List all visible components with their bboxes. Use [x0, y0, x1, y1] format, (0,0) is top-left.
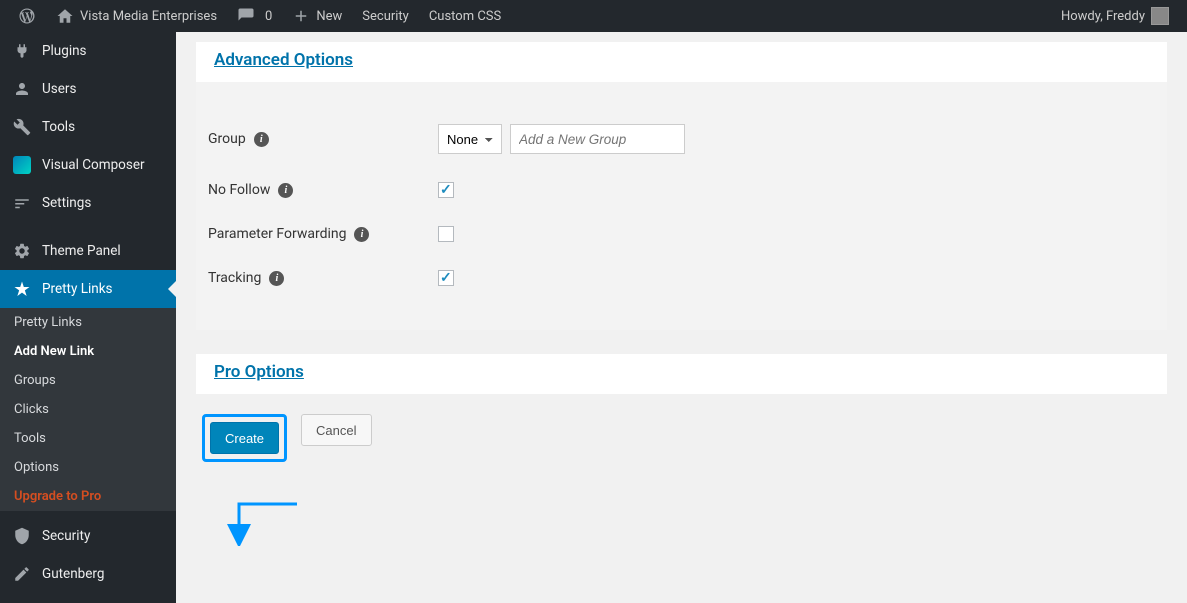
new-group-input[interactable] — [510, 124, 685, 154]
account-link[interactable]: Howdy, Freddy — [1051, 0, 1179, 32]
label-no-follow: No Follow — [208, 182, 270, 198]
info-icon[interactable]: i — [278, 183, 293, 198]
row-param-forward: Parameter Forwarding i — [208, 212, 1155, 256]
submenu-item-add-new-link[interactable]: Add New Link — [0, 337, 176, 366]
comments-count: 0 — [265, 9, 272, 24]
site-link[interactable]: Vista Media Enterprises — [46, 0, 227, 32]
plus-icon — [292, 7, 310, 25]
pro-options-card: Pro Options — [196, 354, 1167, 394]
security-toolbar-link[interactable]: Security — [352, 0, 419, 32]
button-row: Create Cancel — [196, 394, 1167, 482]
create-button[interactable]: Create — [210, 422, 279, 454]
advanced-options-heading[interactable]: Advanced Options — [196, 42, 1167, 82]
submenu-item-pretty-links[interactable]: Pretty Links — [0, 308, 176, 337]
info-icon[interactable]: i — [254, 132, 269, 147]
info-icon[interactable]: i — [269, 271, 284, 286]
sidebar-item-settings[interactable]: Settings — [0, 184, 176, 222]
row-group: Group i None — [208, 110, 1155, 168]
sidebar-item-tools[interactable]: Tools — [0, 108, 176, 146]
label-tracking: Tracking — [208, 270, 261, 286]
comments-link[interactable]: 0 — [227, 0, 282, 32]
info-icon[interactable]: i — [354, 227, 369, 242]
pro-options-heading[interactable]: Pro Options — [196, 354, 1167, 394]
sidebar-item-plugins[interactable]: Plugins — [0, 32, 176, 70]
visual-composer-icon — [12, 155, 32, 175]
wrench-icon — [12, 117, 32, 137]
sidebar-item-pretty-links[interactable]: Pretty Links — [0, 270, 176, 308]
adminbar: Vista Media Enterprises 0 New Security C… — [0, 0, 1187, 32]
plug-icon — [12, 41, 32, 61]
wordpress-icon — [18, 7, 36, 25]
row-tracking: Tracking i — [208, 256, 1155, 300]
edit-icon — [12, 564, 32, 584]
label-group: Group — [208, 131, 246, 147]
new-link[interactable]: New — [282, 0, 352, 32]
tracking-checkbox[interactable] — [438, 270, 454, 286]
submenu-item-options[interactable]: Options — [0, 453, 176, 482]
submenu-item-groups[interactable]: Groups — [0, 366, 176, 395]
sliders-icon — [12, 193, 32, 213]
sidebar-item-visual-composer[interactable]: Visual Composer — [0, 146, 176, 184]
user-icon — [12, 79, 32, 99]
param-forward-checkbox[interactable] — [438, 226, 454, 242]
pretty-links-submenu: Pretty Links Add New Link Groups Clicks … — [0, 308, 176, 511]
home-icon — [56, 7, 74, 25]
create-highlight: Create — [202, 414, 287, 462]
label-param-forward: Parameter Forwarding — [208, 226, 346, 242]
wp-logo[interactable] — [8, 0, 46, 32]
sidebar-item-users[interactable]: Users — [0, 70, 176, 108]
submenu-item-upgrade[interactable]: Upgrade to Pro — [0, 482, 176, 511]
advanced-options-card: Advanced Options Group i None No Follow — [196, 42, 1167, 330]
admin-sidebar: Plugins Users Tools Visual Composer Sett… — [0, 32, 176, 603]
submenu-item-tools[interactable]: Tools — [0, 424, 176, 453]
shield-icon — [12, 526, 32, 546]
sidebar-item-security[interactable]: Security — [0, 517, 176, 555]
row-no-follow: No Follow i — [208, 168, 1155, 212]
custom-css-link[interactable]: Custom CSS — [419, 0, 511, 32]
submenu-item-clicks[interactable]: Clicks — [0, 395, 176, 424]
sidebar-item-gutenberg[interactable]: Gutenberg — [0, 555, 176, 593]
greeting: Howdy, Freddy — [1061, 9, 1145, 24]
new-label: New — [316, 9, 342, 24]
content-area: Advanced Options Group i None No Follow — [176, 32, 1187, 603]
comment-icon — [237, 7, 255, 25]
no-follow-checkbox[interactable] — [438, 182, 454, 198]
cancel-button[interactable]: Cancel — [301, 414, 371, 446]
star-icon — [12, 279, 32, 299]
sidebar-item-theme-panel[interactable]: Theme Panel — [0, 232, 176, 270]
gear-icon — [12, 241, 32, 261]
avatar — [1151, 7, 1169, 25]
group-select[interactable]: None — [438, 124, 502, 154]
site-name: Vista Media Enterprises — [80, 9, 217, 24]
